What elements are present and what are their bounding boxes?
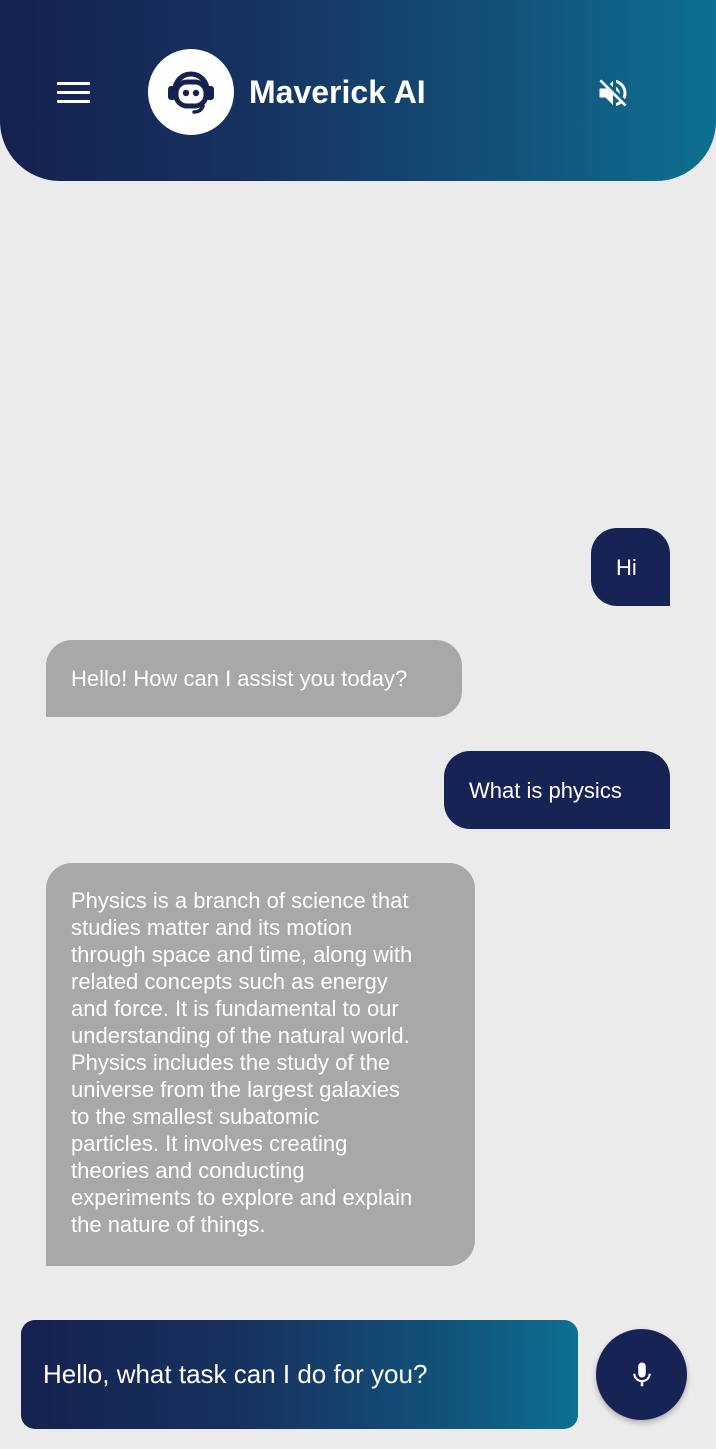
message-line: particles. It involves creating — [71, 1131, 348, 1156]
message-line: Physics includes the study of the — [71, 1050, 391, 1075]
user-message: Hi — [591, 528, 670, 606]
bot-message: Hello! How can I assist you today? — [46, 640, 462, 717]
user-message: What is physics — [444, 751, 670, 829]
message-line: universe from the largest galaxies — [71, 1077, 400, 1102]
message-line: experiments to explore and explain — [71, 1185, 413, 1210]
message-text: Hi — [616, 554, 637, 580]
message-line: theories and conducting — [71, 1158, 305, 1183]
microphone-button[interactable] — [596, 1329, 687, 1420]
message-line: and force. It is fundamental to our — [71, 996, 399, 1021]
message-line: Physics is a branch of science that — [71, 888, 409, 913]
message-line: the nature of things. — [71, 1212, 266, 1237]
message-line: related concepts such as energy — [71, 969, 388, 994]
volume-off-icon[interactable] — [593, 73, 633, 113]
app-header: Maverick AI — [0, 0, 716, 181]
app-title: Maverick AI — [249, 74, 426, 110]
message-text: What is physics — [469, 777, 622, 803]
prompt-input-text: Hello, what task can I do for you? — [43, 1359, 428, 1389]
prompt-input[interactable]: Hello, what task can I do for you? — [21, 1320, 578, 1429]
microphone-icon — [632, 1362, 651, 1386]
message-line: to the smallest subatomic — [71, 1104, 320, 1129]
bot-message: Physics is a branch of science that stud… — [46, 863, 475, 1266]
message-text: Hello! How can I assist you today? — [71, 666, 408, 691]
message-line: through space and time, along with — [71, 942, 413, 967]
message-line: understanding of the natural world. — [71, 1023, 410, 1048]
hamburger-menu-icon[interactable] — [57, 80, 91, 106]
robot-headset-icon — [148, 49, 234, 135]
message-line: studies matter and its motion — [71, 915, 353, 940]
